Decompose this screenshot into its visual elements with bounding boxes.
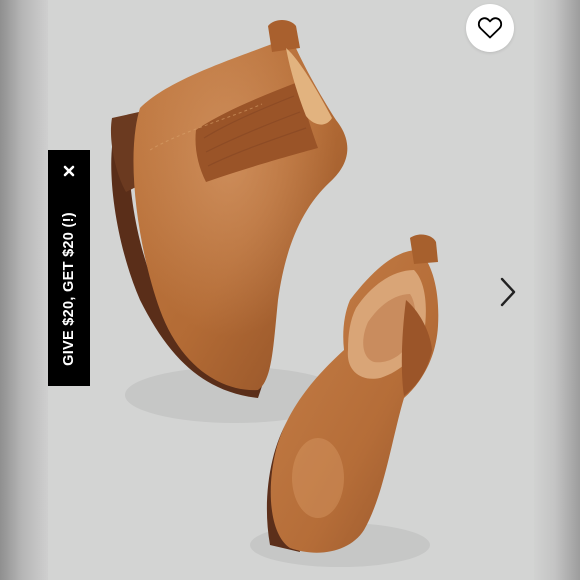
left-boot-pull-tab	[268, 20, 300, 52]
promo-text[interactable]: GIVE $20, GET $20 (!)	[61, 212, 77, 366]
next-image-button[interactable]	[490, 270, 526, 314]
promo-banner: GIVE $20, GET $20 (!)	[48, 150, 90, 386]
chevron-right-icon	[500, 277, 516, 307]
like-button[interactable]	[466, 4, 514, 52]
heart-outline-icon	[477, 17, 503, 39]
close-icon	[63, 165, 75, 177]
right-boot-pull-tab	[410, 234, 438, 264]
promo-close-button[interactable]	[48, 150, 90, 192]
